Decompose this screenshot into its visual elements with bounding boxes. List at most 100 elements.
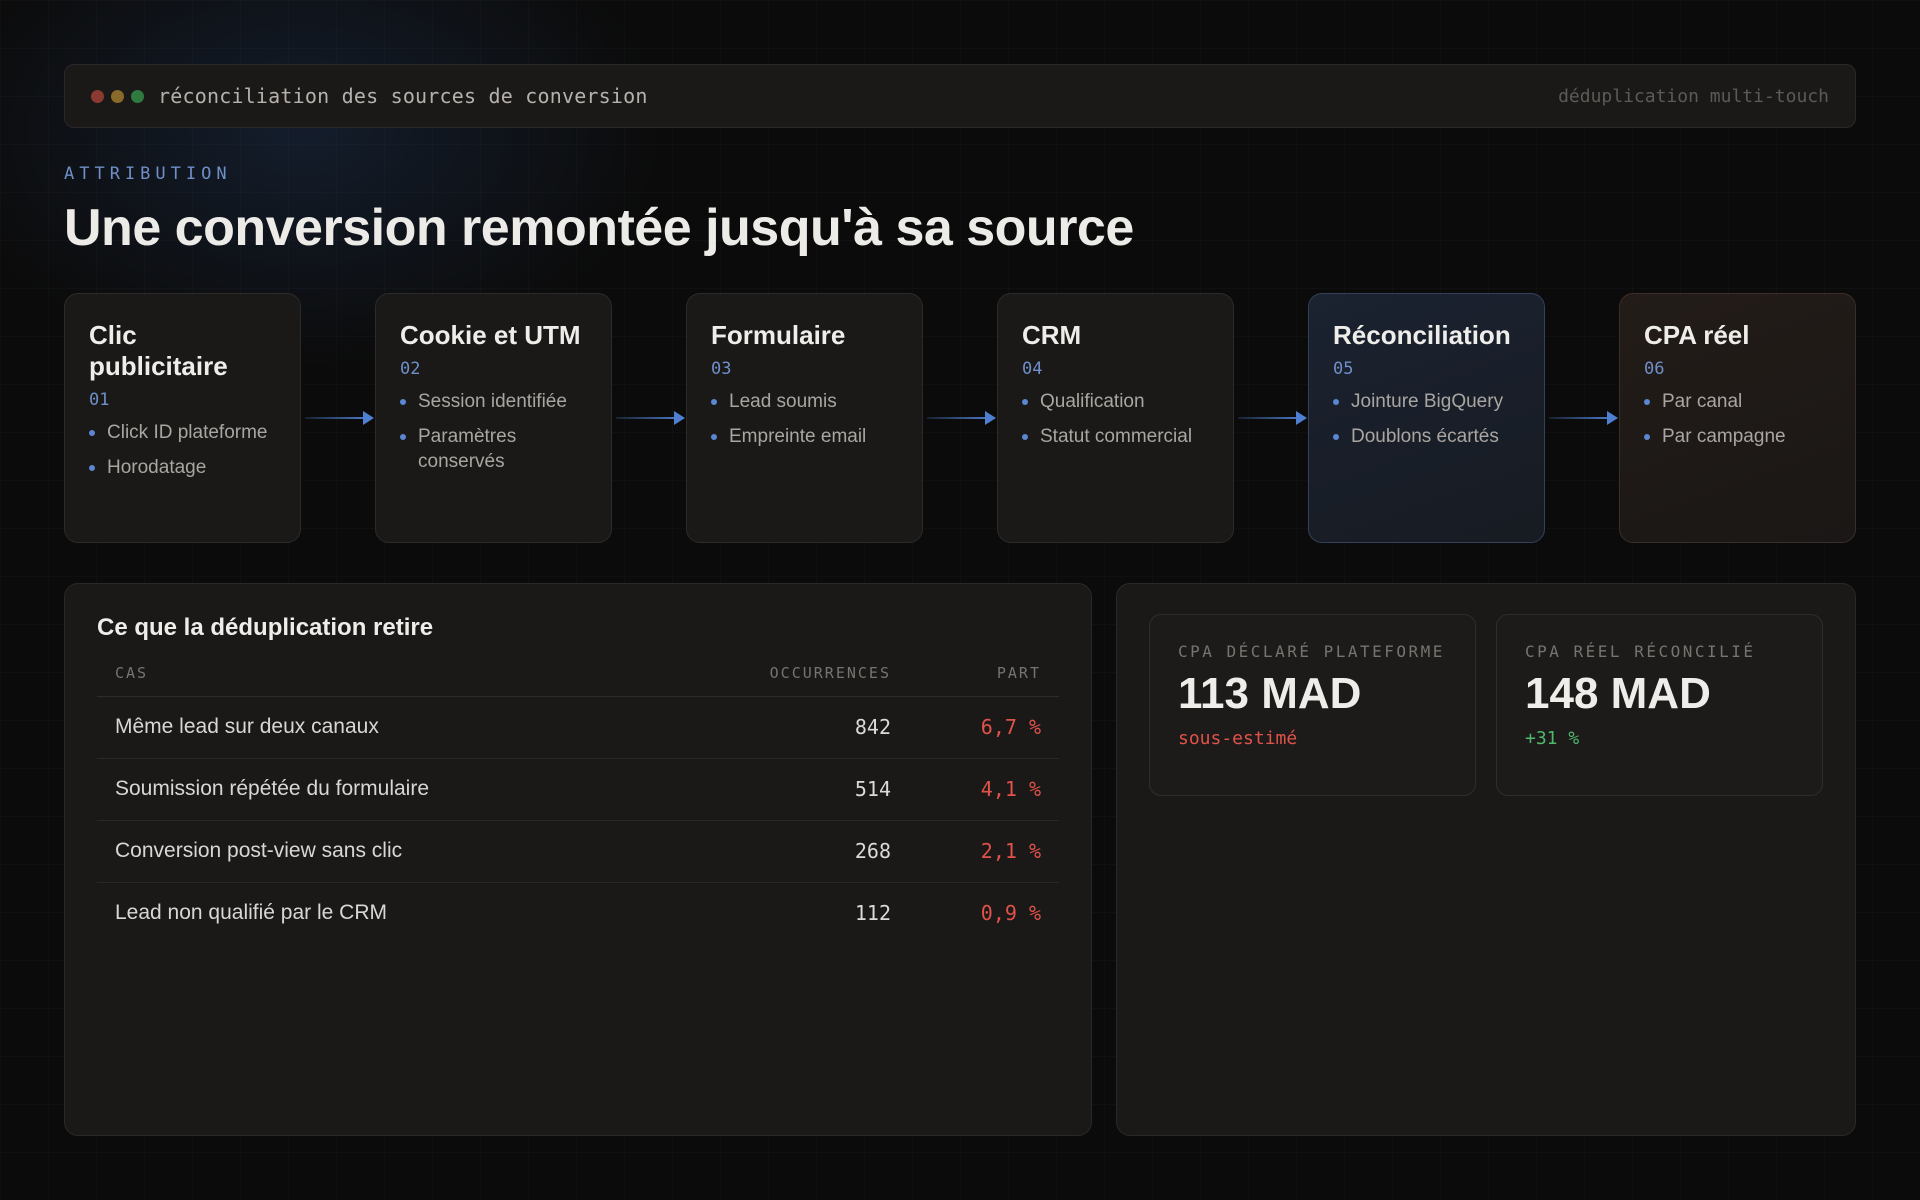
occurrences-cell: 268 (709, 820, 909, 883)
step-item-label: Paramètres conservés (418, 426, 517, 472)
step-item-label: Par campagne (1662, 426, 1786, 447)
case-cell: Lead non qualifié par le CRM (115, 901, 387, 925)
table-row: Même lead sur deux canaux 842 6,7 % (97, 696, 1059, 759)
step-title: Formulaire (711, 320, 846, 350)
section-eyebrow: ATTRIBUTION (64, 164, 232, 184)
pipeline-step-cpa-reel: CPA réel 06 Par canal Par campagne (1619, 293, 1856, 543)
arrow-right-icon (301, 293, 375, 543)
bullet-icon (1333, 434, 1339, 440)
bullet-icon (89, 465, 95, 471)
pipeline: Clic publicitaire 01 Click ID plateforme… (64, 293, 1856, 543)
step-title: Cookie et UTM (400, 320, 581, 350)
maximize-dot-icon[interactable] (131, 89, 144, 103)
bullet-icon (400, 399, 406, 405)
step-item: Paramètres conservés (400, 424, 589, 474)
part-cell: 0,9 % (980, 901, 1041, 926)
occurrences-cell: 514 (709, 758, 909, 821)
step-item: Doublons écartés (1333, 424, 1522, 449)
window-title: réconciliation des sources de conversion (158, 84, 648, 108)
bullet-icon (711, 399, 717, 405)
table-header-row: CAS OCCURRENCES PART (97, 650, 1059, 697)
step-item-label: Horodatage (107, 457, 207, 478)
case-cell: Soumission répétée du formulaire (97, 758, 709, 821)
page-title: Une conversion remontée jusqu'à sa sourc… (64, 199, 1134, 257)
window-titlebar: réconciliation des sources de conversion… (64, 64, 1856, 128)
table-row: Soumission répétée du formulaire 514 4,1… (97, 758, 1059, 821)
step-item-label: Jointure BigQuery (1351, 391, 1504, 412)
case-cell: Même lead sur deux canaux (97, 696, 709, 759)
bullet-icon (1022, 399, 1028, 405)
step-item: Par campagne (1644, 424, 1833, 449)
case-cell: Conversion post-view sans clic (97, 820, 709, 883)
step-number: 03 (711, 359, 732, 379)
bullet-icon (1644, 399, 1650, 405)
kpi-group: CPA DÉCLARÉ PLATEFORME 113 MAD sous-esti… (1149, 614, 1823, 796)
step-number: 02 (400, 359, 421, 379)
kpi-label: CPA RÉEL RÉCONCILIÉ (1525, 642, 1756, 661)
kpi-cpa-real: CPA RÉEL RÉCONCILIÉ 148 MAD +31 % (1496, 614, 1823, 796)
step-item: Click ID plateforme (89, 420, 278, 445)
arrow-right-icon (612, 293, 686, 543)
bullet-icon (1333, 399, 1339, 405)
step-item: Lead soumis (711, 389, 900, 414)
step-item: Statut commercial (1022, 424, 1211, 449)
step-title: CRM (1022, 320, 1082, 350)
bullet-icon (1022, 434, 1028, 440)
bullet-icon (89, 430, 95, 436)
window-controls (91, 89, 144, 103)
step-item: Empreinte email (711, 424, 900, 449)
step-item: Horodatage (89, 455, 278, 480)
pipeline-step-clic: Clic publicitaire 01 Click ID plateforme… (64, 293, 301, 543)
step-item-label: Click ID plateforme (107, 422, 268, 443)
occurrences-cell: 842 (709, 696, 909, 759)
step-item: Qualification (1022, 389, 1211, 414)
step-title: Clic publicitaire (89, 320, 228, 381)
column-header-cas: CAS (97, 650, 709, 697)
step-number: 04 (1022, 359, 1043, 379)
bullet-icon (400, 434, 406, 440)
step-item: Par canal (1644, 389, 1833, 414)
step-number: 01 (89, 390, 110, 410)
dedup-table: CAS OCCURRENCES PART Même lead sur deux … (97, 650, 1059, 944)
part-cell: 2,1 % (909, 820, 1059, 883)
pipeline-step-crm: CRM 04 Qualification Statut commercial (997, 293, 1234, 543)
occurrences-cell: 112 (854, 901, 891, 926)
close-dot-icon[interactable] (91, 89, 104, 103)
step-item-label: Par canal (1662, 391, 1743, 412)
arrow-right-icon (923, 293, 997, 543)
step-title: Réconciliation (1333, 320, 1511, 350)
window-subtitle: déduplication multi-touch (1558, 85, 1829, 107)
step-item: Session identifiée (400, 389, 589, 414)
step-item: Jointure BigQuery (1333, 389, 1522, 414)
part-cell: 4,1 % (909, 758, 1059, 821)
arrow-right-icon (1545, 293, 1619, 543)
kpi-note: sous-estimé (1178, 728, 1298, 749)
step-number: 06 (1644, 359, 1665, 379)
kpi-label: CPA DÉCLARÉ PLATEFORME (1178, 642, 1445, 661)
step-item-label: Session identifiée (418, 391, 567, 412)
minimize-dot-icon[interactable] (111, 89, 124, 103)
kpi-note: +31 % (1525, 728, 1580, 749)
step-item-label: Empreinte email (729, 426, 867, 447)
table-row: Conversion post-view sans clic 268 2,1 % (97, 820, 1059, 883)
kpi-cpa-declared: CPA DÉCLARÉ PLATEFORME 113 MAD sous-esti… (1149, 614, 1476, 796)
step-item-label: Statut commercial (1040, 426, 1193, 447)
pipeline-step-cookie: Cookie et UTM 02 Session identifiée Para… (375, 293, 612, 543)
table-row: Lead non qualifié par le CRM 112 0,9 % (97, 882, 1059, 944)
part-cell: 6,7 % (909, 696, 1059, 759)
step-item-label: Qualification (1040, 391, 1145, 412)
kpi-value: 148 MAD (1525, 669, 1711, 718)
dedup-title: Ce que la déduplication retire (97, 614, 434, 641)
bullet-icon (1644, 434, 1650, 440)
step-item-label: Lead soumis (729, 391, 837, 412)
step-item-label: Doublons écartés (1351, 426, 1499, 447)
step-title: CPA réel (1644, 320, 1750, 350)
kpi-panel: CPA DÉCLARÉ PLATEFORME 113 MAD sous-esti… (1116, 583, 1856, 1136)
column-header-occurrences: OCCURRENCES (709, 650, 909, 697)
column-header-part: PART (909, 650, 1059, 697)
step-number: 05 (1333, 359, 1354, 379)
pipeline-step-reconciliation: Réconciliation 05 Jointure BigQuery Doub… (1308, 293, 1545, 543)
dedup-panel: Ce que la déduplication retire CAS OCCUR… (64, 583, 1092, 1136)
kpi-value: 113 MAD (1178, 669, 1362, 718)
pipeline-step-formulaire: Formulaire 03 Lead soumis Empreinte emai… (686, 293, 923, 543)
